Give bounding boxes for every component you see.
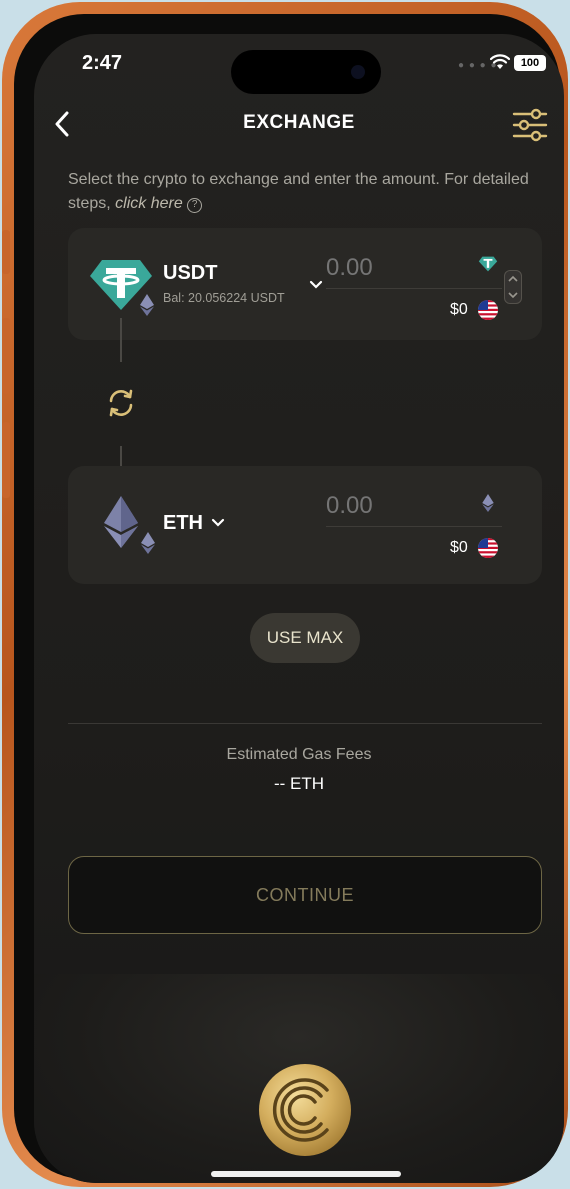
action-button <box>2 230 10 274</box>
ethereum-network-icon <box>140 294 154 316</box>
phone-bezel: 2:47 ● ● ● ● 100 EXCHANGE Select the cry… <box>14 14 564 1183</box>
status-time: 2:47 <box>82 52 123 74</box>
wifi-icon <box>490 54 510 69</box>
sliders-icon[interactable] <box>512 108 548 142</box>
connector-line-top <box>120 318 122 362</box>
ethereum-icon <box>104 496 138 548</box>
from-amount-underline <box>326 288 502 289</box>
divider <box>68 723 542 724</box>
tether-small-icon <box>478 256 498 272</box>
dynamic-island <box>231 50 381 94</box>
page-title: EXCHANGE <box>243 112 355 133</box>
us-flag-icon <box>478 538 498 558</box>
from-amount-input[interactable] <box>326 254 466 282</box>
click-here-link[interactable]: click here <box>115 195 183 212</box>
screen: 2:47 ● ● ● ● 100 EXCHANGE Select the cry… <box>34 34 564 1183</box>
camera-icon <box>351 65 365 79</box>
instructions-text: Select the crypto to exchange and enter … <box>68 168 538 216</box>
ethereum-network-icon <box>141 532 155 554</box>
to-usd-value: $0 <box>450 539 468 556</box>
from-token-symbol: USDT <box>163 262 218 284</box>
continue-button[interactable]: CONTINUE <box>68 856 542 934</box>
chevron-down-icon[interactable] <box>309 280 323 290</box>
phone-frame: 2:47 ● ● ● ● 100 EXCHANGE Select the cry… <box>2 2 568 1187</box>
gold-coin-logo-icon[interactable] <box>259 1064 351 1156</box>
to-amount-underline <box>326 526 502 527</box>
from-usd-value: $0 <box>450 301 468 318</box>
to-token-symbol: ETH <box>163 512 203 534</box>
chevron-down-icon[interactable] <box>211 518 225 528</box>
ethereum-small-icon <box>482 494 494 512</box>
us-flag-icon <box>478 300 498 320</box>
from-token-card: USDT Bal: 20.056224 USDT $0 <box>68 228 542 340</box>
gas-fee-label: Estimated Gas Fees <box>226 746 372 763</box>
question-circle-icon[interactable]: ? <box>187 198 203 213</box>
battery-indicator: 100 <box>514 55 546 71</box>
gas-fee-value: -- ETH <box>273 774 325 793</box>
to-token-card: ETH $0 <box>68 466 542 584</box>
use-max-button[interactable]: USE MAX <box>250 613 360 663</box>
volume-up-button <box>2 318 10 394</box>
from-token-balance: Bal: 20.056224 USDT <box>163 291 285 305</box>
to-amount-input[interactable] <box>326 492 466 520</box>
stepper-arrows-icon <box>508 275 518 299</box>
volume-down-button <box>2 422 10 498</box>
amount-stepper[interactable] <box>504 270 522 304</box>
home-indicator <box>211 1171 401 1177</box>
swap-arrows-icon[interactable] <box>104 386 138 420</box>
